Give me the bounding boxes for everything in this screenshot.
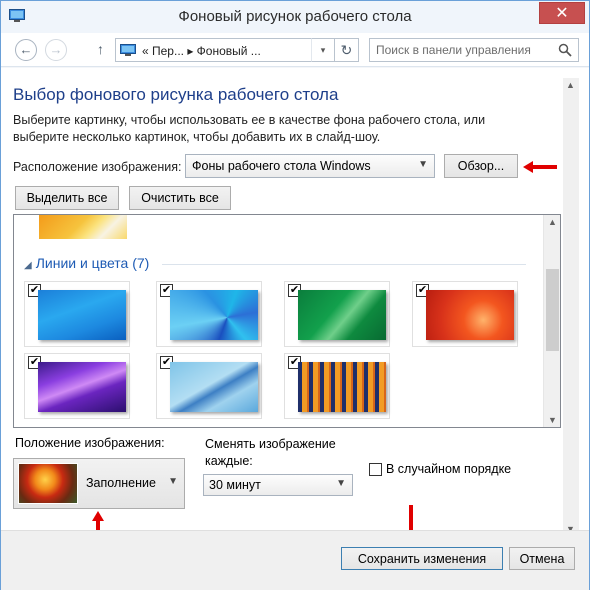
content-area: ▲ ▼ Выбор фонового рисунка рабочего стол… [1,68,589,590]
interval-value: 30 минут [209,478,261,492]
position-preview-image [18,463,78,504]
interval-label: Сменять изображение каждые: [205,437,336,468]
page-title: Выбор фонового рисунка рабочего стола [13,85,339,104]
refresh-button[interactable]: ↻ [335,38,359,62]
window-title: Фоновый рисунок рабочего стола [178,8,412,25]
wallpaper-tile[interactable]: ✔ [24,281,130,347]
control-panel-icon [120,44,136,56]
up-button[interactable]: ↑ [97,41,104,57]
group-header[interactable]: ◢ Линии и цвета (7) [24,255,149,271]
shuffle-checkbox[interactable] [369,463,382,476]
scroll-up-icon[interactable]: ▲ [548,217,557,227]
wallpaper-gallery[interactable]: ◢ Линии и цвета (7) ✔ ✔ ✔ ✔ ✔ ✔ ✔ ▲ ▼ [13,214,561,428]
wallpaper-thumbnail[interactable] [170,362,258,412]
page-description: Выберите картинку, чтобы использовать ее… [13,113,486,144]
chevron-down-icon: ▼ [336,478,346,489]
chevron-down-icon: ▼ [418,159,428,170]
select-all-button[interactable]: Выделить все [15,186,119,210]
wallpaper-tile[interactable]: ✔ [412,281,518,347]
browse-button[interactable]: Обзор... [444,154,518,178]
wallpaper-tile[interactable]: ✔ [156,281,262,347]
collapse-triangle-icon[interactable]: ◢ [24,260,32,271]
navigation-bar: ← → ↑ « Пер... ▸ Фоновый ... ▾ ↻ [1,33,589,67]
close-button[interactable]: ✕ [539,2,585,24]
wallpaper-thumbnail[interactable] [298,290,386,340]
breadcrumb[interactable]: « Пер... ▸ Фоновый ... [142,44,261,58]
scroll-down-icon[interactable]: ▼ [548,415,557,425]
clear-all-button[interactable]: Очистить все [129,186,231,210]
chevron-down-icon: ▼ [168,476,178,487]
interval-select[interactable]: 30 минут ▼ [203,474,353,496]
forward-button[interactable]: → [45,39,67,61]
position-select[interactable]: Заполнение ▼ [13,458,185,509]
gallery-scrollbar[interactable]: ▲ ▼ [543,215,560,427]
wallpaper-thumbnail[interactable] [426,290,514,340]
wallpaper-thumbnail[interactable] [38,290,126,340]
window: Фоновый рисунок рабочего стола ✕ ← → ↑ «… [0,0,590,590]
group-title: Линии и цвета (7) [35,255,150,271]
location-select[interactable]: Фоны рабочего стола Windows ▼ [185,154,435,178]
save-changes-button[interactable]: Сохранить изменения [341,547,503,570]
location-value: Фоны рабочего стола Windows [192,159,371,173]
wallpaper-tile[interactable]: ✔ [24,353,130,419]
location-label: Расположение изображения: [13,160,182,174]
shuffle-label[interactable]: В случайном порядке [386,462,511,476]
title-bar: Фоновый рисунок рабочего стола ✕ [1,1,589,33]
cancel-button[interactable]: Отмена [509,547,575,570]
wallpaper-tile[interactable]: ✔ [156,353,262,419]
search-box[interactable] [369,38,579,62]
address-dropdown-button[interactable]: ▾ [311,38,335,62]
back-button[interactable]: ← [15,39,37,61]
wallpaper-tile[interactable]: ✔ [284,281,390,347]
wallpaper-thumbnail[interactable] [298,362,386,412]
position-value: Заполнение [86,476,156,490]
wallpaper-thumbnail[interactable] [39,215,127,239]
wallpaper-thumbnail[interactable] [38,362,126,412]
dialog-footer: Сохранить изменения Отмена [1,530,589,590]
scroll-up-icon[interactable]: ▲ [566,80,575,90]
wallpaper-thumbnail[interactable] [170,290,258,340]
wallpaper-tile[interactable]: ✔ [284,353,390,419]
position-label: Положение изображения: [15,436,165,450]
search-icon[interactable] [558,43,572,57]
page-scrollbar[interactable]: ▲ ▼ [563,78,579,536]
group-divider [162,264,526,265]
search-input[interactable] [376,42,546,58]
scrollbar-thumb[interactable] [546,269,559,351]
